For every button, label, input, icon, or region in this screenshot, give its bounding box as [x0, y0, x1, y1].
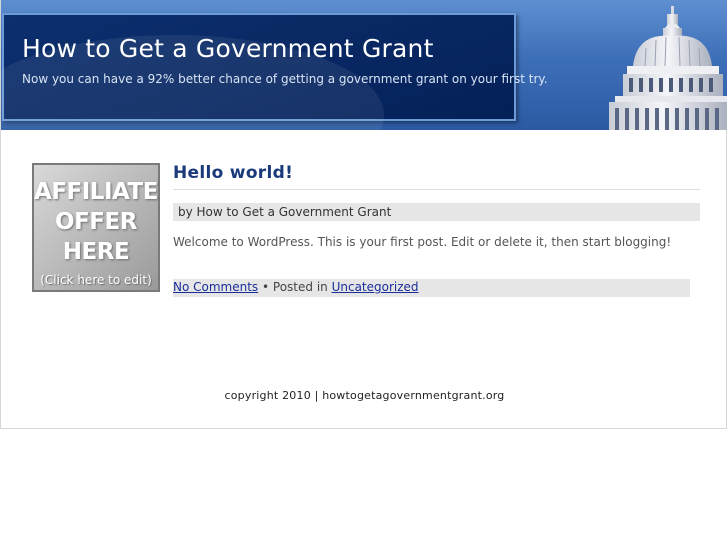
footer-copyright: copyright 2010 | howtogetagovernmentgran… [224, 389, 505, 402]
footer: copyright 2010 | howtogetagovernmentgran… [1, 389, 727, 402]
page-container: How to Get a Government Grant Now you ca… [0, 0, 727, 429]
affiliate-offer-banner[interactable]: AFFILIATE OFFER HERE (Click here to edit… [32, 163, 160, 292]
post-byline: by How to Get a Government Grant [173, 203, 700, 221]
site-title[interactable]: How to Get a Government Grant [22, 34, 434, 63]
post: Hello world! by How to Get a Government … [173, 160, 700, 250]
site-tagline: Now you can have a 92% better chance of … [22, 72, 548, 86]
ad-line-affiliate: AFFILIATE [34, 179, 158, 205]
comments-link[interactable]: No Comments [173, 280, 258, 294]
posted-in-text: • Posted in [258, 280, 332, 294]
category-link[interactable]: Uncategorized [332, 280, 419, 294]
ad-line-offer: OFFER [55, 209, 137, 235]
header-title-panel: How to Get a Government Grant Now you ca… [1, 13, 548, 130]
capitol-dome-image [609, 6, 727, 130]
ad-click-to-edit: (Click here to edit) [40, 273, 152, 287]
post-content: Welcome to WordPress. This is your first… [173, 235, 672, 249]
site-header: How to Get a Government Grant Now you ca… [1, 0, 727, 130]
post-title[interactable]: Hello world! [173, 160, 700, 190]
post-meta-bar: No Comments • Posted in Uncategorized [173, 279, 690, 297]
ad-line-here: HERE [62, 239, 130, 265]
